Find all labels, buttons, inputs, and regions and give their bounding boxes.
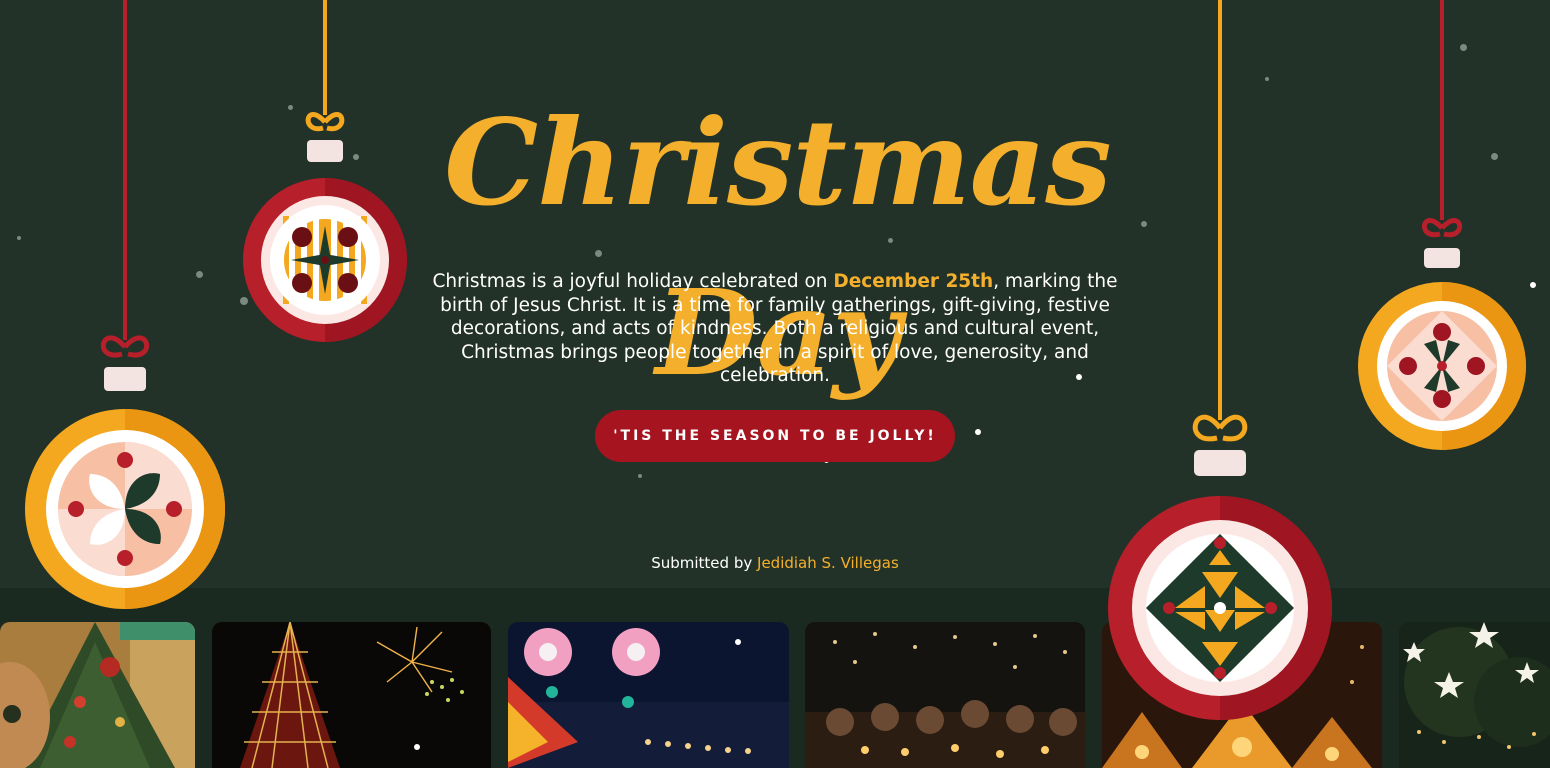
gallery-photo-1[interactable] bbox=[0, 622, 195, 768]
gallery-photo-2[interactable] bbox=[212, 622, 491, 768]
gallery-photo-4[interactable] bbox=[805, 622, 1085, 768]
author-link[interactable]: Jedidiah S. Villegas bbox=[757, 554, 899, 572]
snowflake bbox=[638, 474, 642, 478]
jolly-button[interactable]: 'TIS THE SEASON TO BE JOLLY! bbox=[595, 410, 955, 462]
submission-credit: Submitted by Jedidiah S. Villegas bbox=[560, 553, 990, 573]
photo-lit-tree-fireworks bbox=[212, 622, 491, 768]
hero-description: Christmas is a joyful holiday celebrated… bbox=[432, 270, 1118, 388]
credit-prefix: Submitted by bbox=[651, 554, 753, 572]
ornament-gold-large bbox=[25, 0, 225, 609]
ornament-gold-small bbox=[1358, 0, 1526, 450]
ornament-red-large bbox=[1108, 0, 1332, 720]
photo-parol-street bbox=[508, 622, 789, 768]
snowflake bbox=[975, 429, 981, 435]
photo-candle-lighting bbox=[805, 622, 1085, 768]
photo-christmas-tree-cat bbox=[0, 622, 195, 768]
ornament-red-small bbox=[243, 0, 407, 342]
page-title: Christmas Day bbox=[444, 93, 1111, 402]
gallery-photo-3[interactable] bbox=[508, 622, 789, 768]
date-highlight: December 25th bbox=[833, 271, 994, 292]
gallery-photo-6[interactable] bbox=[1399, 622, 1550, 768]
photo-star-lights-tree bbox=[1399, 622, 1550, 768]
description-text: Christmas is a joyful holiday celebrated… bbox=[432, 271, 834, 292]
snowflake bbox=[595, 250, 602, 257]
